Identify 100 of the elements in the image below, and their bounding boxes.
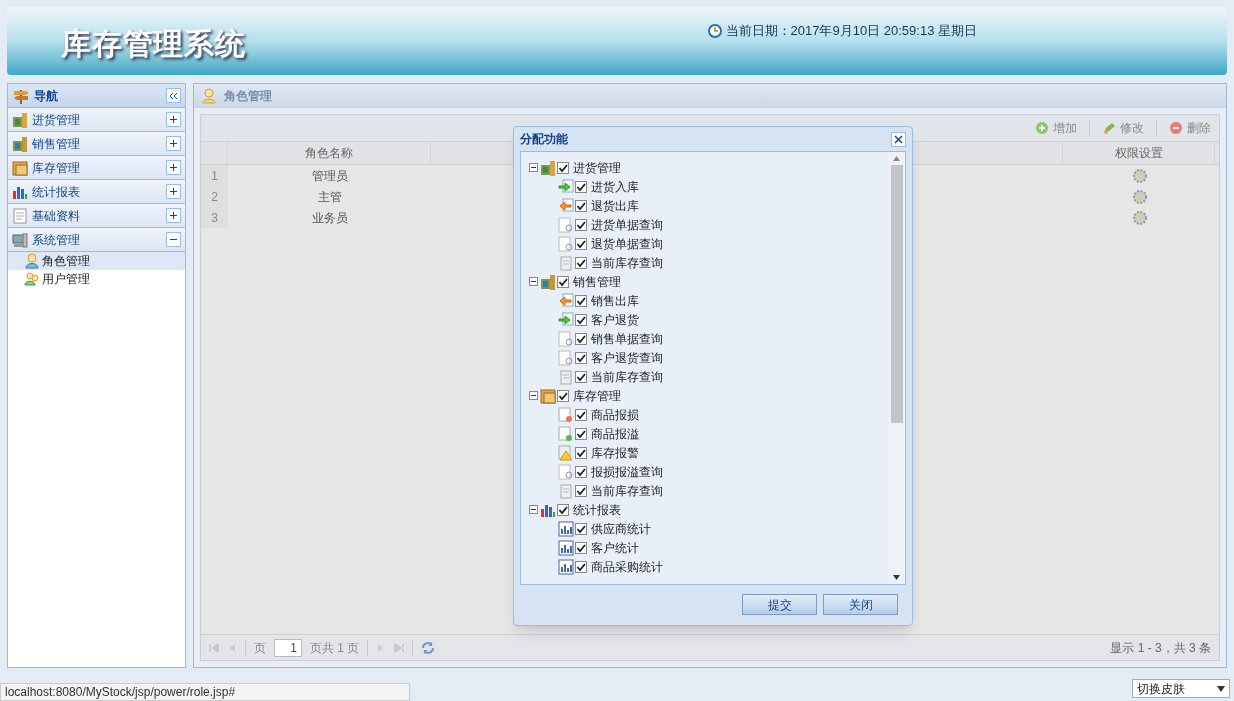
tree-node[interactable]: 客户退货 bbox=[591, 310, 639, 329]
accordion-header[interactable]: 进货管理 bbox=[8, 108, 185, 132]
dialog-button[interactable]: 提交 bbox=[742, 594, 817, 615]
checkbox[interactable] bbox=[575, 313, 587, 326]
tree-node[interactable]: 销售出库 bbox=[591, 291, 639, 310]
nav-item[interactable]: 角色管理 bbox=[8, 252, 185, 270]
arrow-left-icon bbox=[558, 292, 574, 309]
tree-node[interactable]: 进货单据查询 bbox=[591, 215, 663, 234]
checkbox[interactable] bbox=[575, 560, 587, 573]
report-icon bbox=[558, 520, 574, 537]
accordion-header[interactable]: 销售管理 bbox=[8, 132, 185, 156]
box-icon bbox=[540, 387, 556, 404]
checkbox[interactable] bbox=[575, 351, 587, 364]
tree-node[interactable]: 当前库存查询 bbox=[591, 367, 663, 386]
toggle-icon[interactable] bbox=[166, 160, 181, 175]
toggle-icon[interactable] bbox=[166, 136, 181, 151]
page-number-field[interactable]: 1 bbox=[274, 638, 302, 657]
row-number: 3 bbox=[201, 207, 228, 228]
checkbox[interactable] bbox=[575, 408, 587, 421]
tree-node[interactable]: 客户退货查询 bbox=[591, 348, 663, 367]
close-button[interactable] bbox=[891, 131, 906, 147]
column-header: 权限设置 bbox=[1063, 142, 1215, 164]
table-cell-text: 业务员 bbox=[310, 209, 349, 227]
tree-node[interactable]: 统计报表 bbox=[573, 500, 621, 519]
tree-node[interactable]: 进货入库 bbox=[591, 177, 639, 196]
expander-icon[interactable] bbox=[529, 505, 538, 514]
toggle-icon[interactable] bbox=[166, 208, 181, 223]
checkbox[interactable] bbox=[575, 256, 587, 269]
panel-title: 角色管理 bbox=[224, 87, 272, 105]
tree-node[interactable]: 库存报警 bbox=[591, 443, 639, 462]
document-icon bbox=[558, 254, 574, 271]
expander-icon[interactable] bbox=[529, 163, 538, 172]
checkbox[interactable] bbox=[557, 503, 569, 516]
skin-select[interactable]: 切换皮肤 bbox=[1132, 679, 1230, 698]
document-search-icon bbox=[558, 463, 574, 480]
scrollbar[interactable] bbox=[888, 152, 905, 584]
toggle-icon[interactable] bbox=[166, 184, 181, 199]
toggle-icon[interactable] bbox=[166, 112, 181, 127]
arrow-right-icon bbox=[558, 178, 574, 195]
document-search-icon bbox=[558, 349, 574, 366]
checkbox[interactable] bbox=[575, 332, 587, 345]
checkbox[interactable] bbox=[575, 180, 587, 193]
tree-node[interactable]: 商品采购统计 bbox=[591, 557, 663, 576]
tree-node[interactable]: 客户统计 bbox=[591, 538, 639, 557]
close-icon bbox=[894, 134, 903, 144]
door-icon bbox=[12, 111, 28, 128]
tree-node[interactable]: 供应商统计 bbox=[591, 519, 651, 538]
checkbox[interactable] bbox=[575, 199, 587, 212]
scroll-down-icon[interactable] bbox=[893, 575, 900, 580]
checkbox[interactable] bbox=[575, 218, 587, 231]
checkbox[interactable] bbox=[575, 446, 587, 459]
document-minus-icon bbox=[558, 406, 574, 423]
door-icon bbox=[540, 159, 556, 176]
tree-node[interactable]: 商品报损 bbox=[591, 405, 639, 424]
user-icon bbox=[24, 253, 40, 269]
column-header: 角色名称 bbox=[228, 142, 431, 164]
tree-node[interactable]: 退货单据查询 bbox=[591, 234, 663, 253]
document-icon bbox=[558, 368, 574, 385]
tree-node[interactable]: 进货管理 bbox=[573, 158, 621, 177]
row-number: 2 bbox=[201, 186, 228, 207]
dialog-button[interactable]: 关闭 bbox=[823, 594, 898, 615]
row-number: 1 bbox=[201, 165, 228, 186]
document-search-icon bbox=[558, 216, 574, 233]
accordion-header[interactable]: 统计报表 bbox=[8, 180, 185, 204]
tree-node[interactable]: 销售管理 bbox=[573, 272, 621, 291]
checkbox[interactable] bbox=[575, 484, 587, 497]
tree-node[interactable]: 报损报溢查询 bbox=[591, 462, 663, 481]
checkbox[interactable] bbox=[575, 427, 587, 440]
tree-node[interactable]: 库存管理 bbox=[573, 386, 621, 405]
app-title: 库存管理系统 bbox=[61, 26, 246, 62]
status-url: localhost:8080/MyStock/jsp/power/role.jsp# bbox=[0, 683, 410, 701]
checkbox[interactable] bbox=[575, 294, 587, 307]
checkbox[interactable] bbox=[557, 161, 569, 174]
expander-icon[interactable] bbox=[529, 277, 538, 286]
checkbox[interactable] bbox=[557, 275, 569, 288]
tree-node[interactable]: 销售单据查询 bbox=[591, 329, 663, 348]
accordion-header[interactable]: 系统管理 bbox=[8, 228, 185, 252]
door-icon bbox=[12, 135, 28, 152]
toggle-icon[interactable] bbox=[166, 232, 181, 247]
document-search-icon bbox=[558, 330, 574, 347]
scroll-up-icon[interactable] bbox=[893, 156, 900, 161]
page-label: 页 bbox=[254, 639, 266, 657]
user-icon bbox=[202, 87, 216, 104]
document-search-icon bbox=[558, 235, 574, 252]
checkbox[interactable] bbox=[575, 541, 587, 554]
tree-node[interactable]: 退货出库 bbox=[591, 196, 639, 215]
tree-node[interactable]: 当前库存查询 bbox=[591, 481, 663, 500]
checkbox[interactable] bbox=[575, 370, 587, 383]
collapse-button[interactable] bbox=[166, 88, 181, 103]
checkbox[interactable] bbox=[575, 237, 587, 250]
tree-node[interactable]: 当前库存查询 bbox=[591, 253, 663, 272]
expander-icon[interactable] bbox=[529, 391, 538, 400]
accordion-header[interactable]: 库存管理 bbox=[8, 156, 185, 180]
checkbox[interactable] bbox=[575, 522, 587, 535]
checkbox[interactable] bbox=[575, 465, 587, 478]
door-icon bbox=[540, 273, 556, 290]
checkbox[interactable] bbox=[557, 389, 569, 402]
tree-node[interactable]: 商品报溢 bbox=[591, 424, 639, 443]
accordion-header[interactable]: 基础资料 bbox=[8, 204, 185, 228]
double-chevron-icon bbox=[169, 91, 178, 100]
